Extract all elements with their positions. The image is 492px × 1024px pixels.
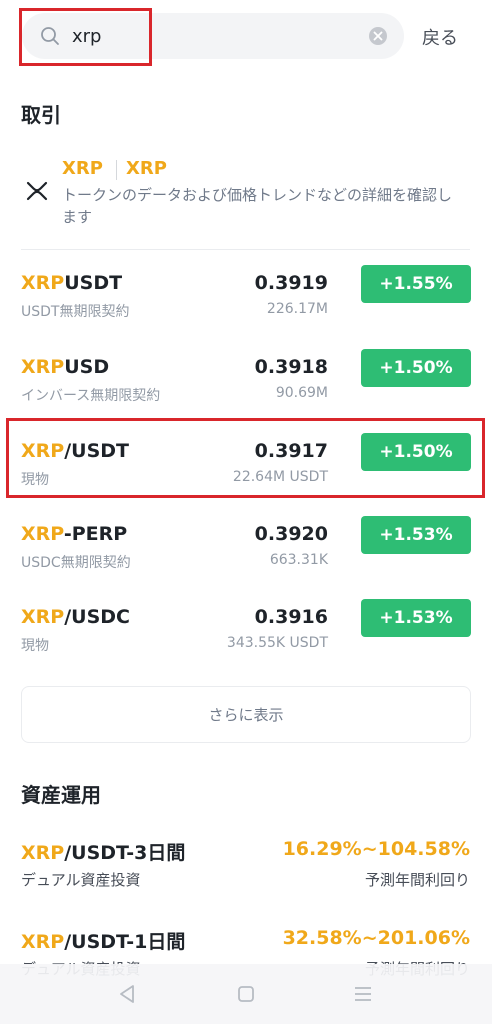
market-row-xrpusdt[interactable]: XRPUSDT USDT無期限契約 0.3919 226.17M +1.55% (0, 265, 492, 356)
pair-type: USDT無期限契約 (21, 304, 130, 320)
search-input[interactable] (72, 13, 352, 59)
token-description: トークンのデータおよび価格トレンドなどの詳細を確認します (62, 186, 453, 226)
price: 0.3918 (254, 356, 328, 378)
change-badge[interactable]: +1.53% (361, 599, 471, 637)
back-button[interactable]: 戻る (422, 24, 458, 50)
volume: 343.55K USDT (226, 635, 328, 651)
pair-name: XRP-PERP (21, 523, 128, 545)
earn-type: デュアル資産投資 (21, 871, 141, 889)
pair-type: インバース無期限契約 (21, 388, 161, 404)
price: 0.3920 (254, 523, 328, 545)
divider (21, 249, 470, 250)
market-row-xrp-usdt-spot[interactable]: XRP/USDT 現物 0.3917 22.64M USDT +1.50% (0, 433, 492, 524)
pair-name: XRPUSDT (21, 272, 123, 294)
change-badge[interactable]: +1.50% (361, 349, 471, 387)
system-nav-bar (0, 964, 492, 1024)
earn-rate: 32.58%~201.06% (282, 927, 470, 949)
section-title-earn: 資産運用 (21, 783, 101, 807)
pair-name: XRP/USDC (21, 606, 130, 628)
nav-home-icon[interactable] (237, 985, 255, 1007)
volume: 663.31K (269, 552, 328, 568)
pair-type: USDC無期限契約 (21, 555, 131, 571)
pair-name: XRPUSD (21, 356, 110, 378)
market-row-xrp-usdc[interactable]: XRP/USDC 現物 0.3916 343.55K USDT +1.53% (0, 599, 492, 690)
market-row-xrpusd[interactable]: XRPUSD インバース無期限契約 0.3918 90.69M +1.50% (0, 349, 492, 440)
section-title-trading: 取引 (21, 103, 61, 127)
pair-type: 現物 (21, 472, 49, 488)
search-bar[interactable] (22, 13, 404, 59)
nav-menu-icon[interactable] (354, 985, 372, 1007)
change-badge[interactable]: +1.55% (361, 265, 471, 303)
xrp-logo-icon (26, 180, 48, 202)
pair-type: 現物 (21, 638, 49, 654)
token-name: XRP (126, 158, 167, 179)
market-row-xrp-perp[interactable]: XRP-PERP USDC無期限契約 0.3920 663.31K +1.53% (0, 516, 492, 607)
price: 0.3917 (254, 440, 328, 462)
change-badge[interactable]: +1.53% (361, 516, 471, 554)
earn-rate-label: 予測年間利回り (364, 871, 470, 889)
search-icon (40, 26, 60, 46)
earn-name: XRP/USDT-1日間 (21, 931, 186, 953)
earn-rate: 16.29%~104.58% (282, 838, 470, 860)
pair-name: XRP/USDT (21, 440, 130, 462)
price: 0.3919 (254, 272, 328, 294)
earn-row-3day[interactable]: XRP/USDT-3日間 デュアル資産投資 16.29%~104.58% 予測年… (0, 838, 492, 898)
volume: 90.69M (275, 385, 328, 401)
earn-name: XRP/USDT-3日間 (21, 842, 186, 864)
volume: 22.64M USDT (232, 469, 328, 485)
volume: 226.17M (266, 301, 328, 317)
change-badge[interactable]: +1.50% (361, 433, 471, 471)
show-more-button[interactable]: さらに表示 (21, 686, 471, 743)
nav-back-icon[interactable] (118, 984, 136, 1008)
price: 0.3916 (254, 606, 328, 628)
token-symbol: XRP (62, 158, 103, 179)
token-separator (116, 160, 117, 180)
clear-icon[interactable] (369, 27, 387, 45)
